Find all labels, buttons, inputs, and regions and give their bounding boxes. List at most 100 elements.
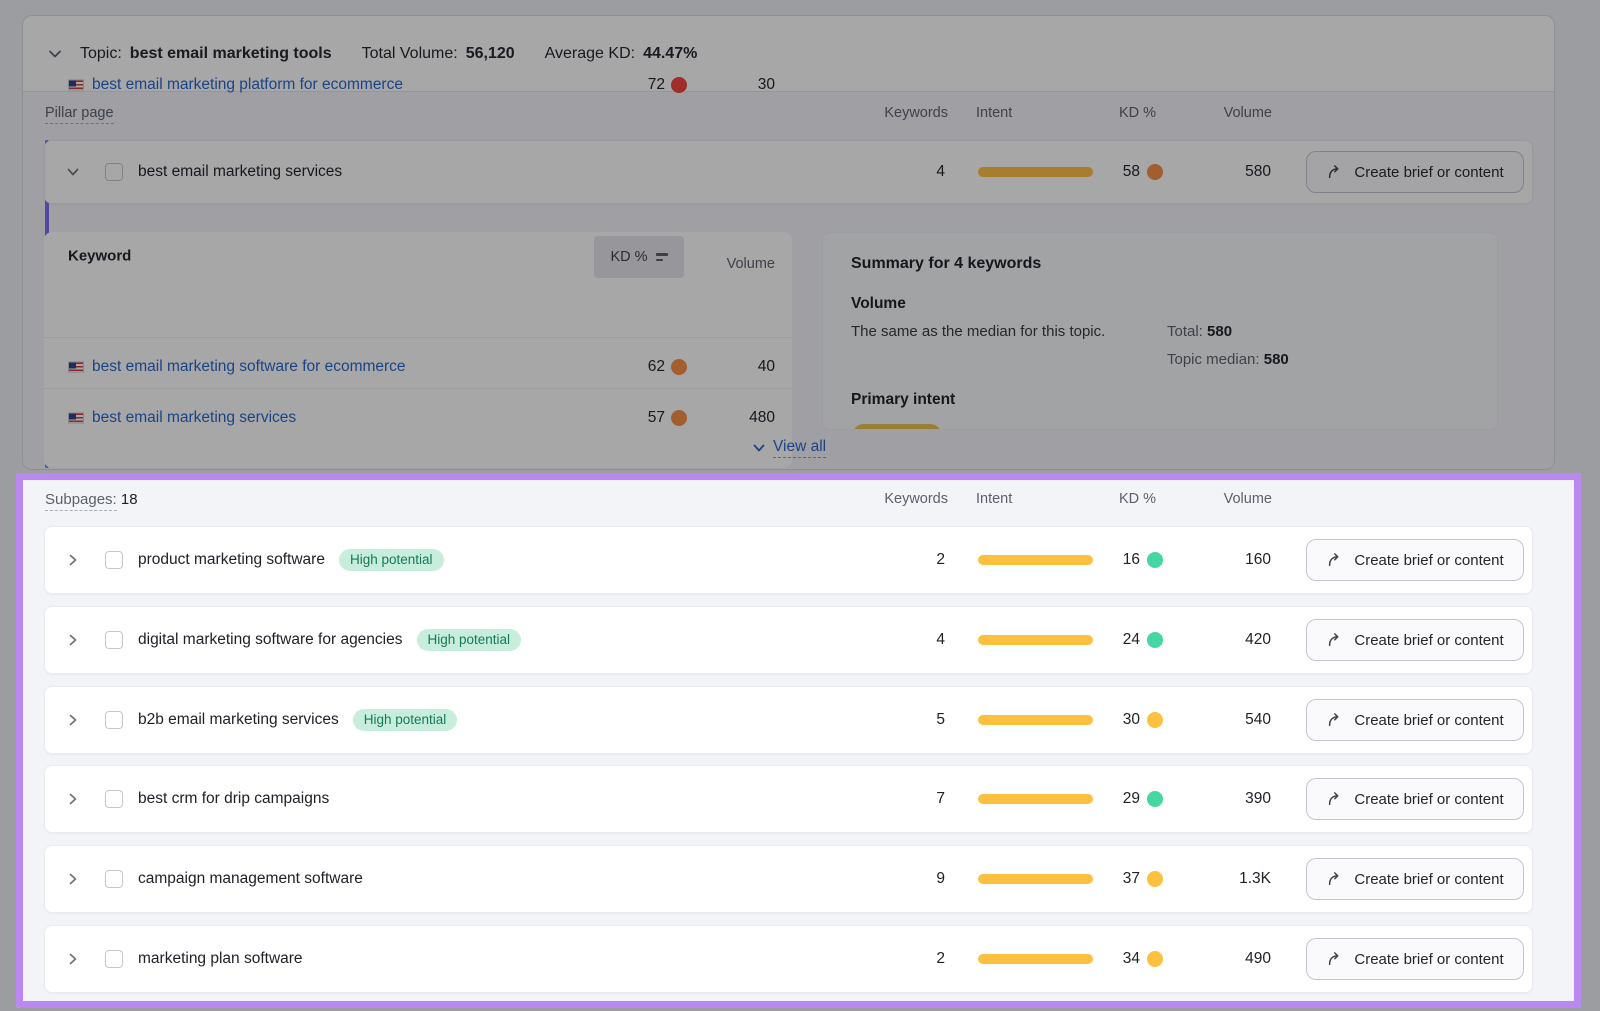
- subpage-kd-value: 24: [1123, 631, 1140, 649]
- keyword-row[interactable]: best email marketing platform for ecomme…: [44, 59, 792, 111]
- keyword-volume-value: 30: [758, 76, 775, 94]
- subpage-volume-value: 540: [1245, 711, 1271, 729]
- subpage-row[interactable]: product marketing software High potentia…: [44, 526, 1533, 594]
- column-header-intent: Intent: [976, 105, 1012, 121]
- subpage-keywords-count: 2: [936, 551, 945, 569]
- pillar-create-brief-button[interactable]: Create brief or content: [1306, 151, 1524, 193]
- pillar-kd-dot: [1147, 164, 1163, 180]
- subpage-row-checkbox[interactable]: [105, 870, 123, 888]
- create-brief-button[interactable]: Create brief or content: [1306, 858, 1524, 900]
- expand-chevron-right-icon[interactable]: [65, 712, 81, 728]
- sort-descending-icon: [656, 253, 668, 261]
- pillar-row-checkbox[interactable]: [105, 163, 123, 181]
- keyword-link[interactable]: best email marketing platform for ecomme…: [92, 76, 403, 94]
- subpages-count: 18: [121, 491, 138, 508]
- subpage-keywords-count: 5: [936, 711, 945, 729]
- summary-median-label: Topic median:: [1167, 351, 1260, 368]
- subpage-row[interactable]: best crm for drip campaigns 7 29 390 Cre…: [44, 765, 1533, 833]
- expand-chevron-right-icon[interactable]: [65, 951, 81, 967]
- forward-arrow-icon: [1326, 163, 1344, 181]
- column-header-kd: KD %: [1119, 491, 1156, 507]
- subpage-row-checkbox[interactable]: [105, 790, 123, 808]
- primary-intent-badge: [852, 424, 942, 430]
- subpage-volume-value: 160: [1245, 551, 1271, 569]
- subpage-keywords-count: 2: [936, 950, 945, 968]
- keyword-kd-dot: [671, 77, 687, 93]
- column-header-volume: Volume: [1224, 105, 1272, 121]
- create-brief-button-label: Create brief or content: [1354, 791, 1503, 808]
- us-flag-icon: [68, 80, 84, 91]
- pillar-row-title: best email marketing services: [138, 163, 342, 181]
- expand-chevron-right-icon[interactable]: [65, 552, 81, 568]
- column-header-keywords: Keywords: [884, 105, 948, 121]
- subpage-row-checkbox[interactable]: [105, 551, 123, 569]
- keyword-link[interactable]: best email marketing services: [92, 409, 296, 427]
- summary-median: Topic median: 580: [1167, 351, 1289, 368]
- pillar-keywords-count: 4: [936, 163, 945, 181]
- create-brief-button[interactable]: Create brief or content: [1306, 539, 1524, 581]
- subpage-row[interactable]: marketing plan software 2 34 490 Create …: [44, 925, 1533, 993]
- subpage-kd-dot: [1147, 791, 1163, 807]
- view-all-link[interactable]: View all: [752, 438, 826, 458]
- row-divider: [44, 337, 792, 338]
- row-divider: [44, 388, 792, 389]
- column-header-intent: Intent: [976, 491, 1012, 507]
- keyword-table: Keyword KD % Volume best email marketing…: [44, 232, 792, 468]
- expand-chevron-right-icon[interactable]: [65, 791, 81, 807]
- create-brief-button-label: Create brief or content: [1354, 871, 1503, 888]
- summary-panel: Summary for 4 keywords Volume The same a…: [822, 232, 1498, 430]
- create-brief-button[interactable]: Create brief or content: [1306, 938, 1524, 980]
- subpage-row[interactable]: campaign management software 9 37 1.3K C…: [44, 845, 1533, 913]
- keyword-kd-value: 57: [648, 409, 665, 427]
- forward-arrow-icon: [1326, 870, 1344, 888]
- subpage-row-checkbox[interactable]: [105, 711, 123, 729]
- column-header-volume: Volume: [1224, 491, 1272, 507]
- column-header-kd: KD %: [1119, 105, 1156, 121]
- subpage-row[interactable]: digital marketing software for agencies …: [44, 606, 1533, 674]
- keyword-link[interactable]: best email marketing software for ecomme…: [92, 358, 406, 376]
- pillar-volume-value: 580: [1245, 163, 1271, 181]
- create-brief-button-label: Create brief or content: [1354, 164, 1503, 181]
- subpages-label: Subpages:: [45, 491, 117, 511]
- expand-chevron-right-icon[interactable]: [65, 632, 81, 648]
- summary-total: Total: 580: [1167, 323, 1232, 340]
- create-brief-button[interactable]: Create brief or content: [1306, 778, 1524, 820]
- keyword-kd-value: 72: [648, 76, 665, 94]
- subpage-row-checkbox[interactable]: [105, 950, 123, 968]
- subpage-volume-value: 420: [1245, 631, 1271, 649]
- forward-arrow-icon: [1326, 950, 1344, 968]
- high-potential-badge: High potential: [417, 629, 522, 651]
- pillar-collapse-chevron-icon[interactable]: [65, 164, 81, 180]
- high-potential-badge: High potential: [339, 549, 444, 571]
- subpage-title: campaign management software: [138, 870, 363, 888]
- subpage-kd-dot: [1147, 632, 1163, 648]
- create-brief-button-label: Create brief or content: [1354, 632, 1503, 649]
- us-flag-icon: [68, 413, 84, 424]
- create-brief-button[interactable]: Create brief or content: [1306, 619, 1524, 661]
- create-brief-button-label: Create brief or content: [1354, 552, 1503, 569]
- subpage-title: best crm for drip campaigns: [138, 790, 329, 808]
- subpage-kd-value: 29: [1123, 790, 1140, 808]
- expand-chevron-right-icon[interactable]: [65, 871, 81, 887]
- topic-research-page: Topic: best email marketing tools Total …: [0, 0, 1600, 1011]
- subpage-row-checkbox[interactable]: [105, 631, 123, 649]
- create-brief-button[interactable]: Create brief or content: [1306, 699, 1524, 741]
- us-flag-icon: [68, 362, 84, 373]
- forward-arrow-icon: [1326, 711, 1344, 729]
- summary-volume-heading: Volume: [851, 295, 906, 313]
- keyword-kd-dot: [671, 410, 687, 426]
- subpage-title: b2b email marketing services: [138, 711, 339, 729]
- subpage-intent-bar: [978, 794, 1093, 804]
- keyword-kd-dot: [671, 359, 687, 375]
- summary-total-value: 580: [1207, 323, 1232, 340]
- subpage-row[interactable]: b2b email marketing services High potent…: [44, 686, 1533, 754]
- forward-arrow-icon: [1326, 551, 1344, 569]
- keyword-table-header-kd-sort[interactable]: KD %: [594, 236, 684, 278]
- keyword-row[interactable]: best email marketing services 57 480: [44, 392, 792, 444]
- summary-primary-intent-heading: Primary intent: [851, 391, 955, 409]
- keyword-row[interactable]: best email marketing software for ecomme…: [44, 341, 792, 393]
- chevron-down-icon: [752, 441, 766, 455]
- summary-title: Summary for 4 keywords: [851, 255, 1041, 273]
- subpage-kd-value: 16: [1123, 551, 1140, 569]
- pillar-row[interactable]: best email marketing services 4 58 580 C…: [44, 140, 1533, 204]
